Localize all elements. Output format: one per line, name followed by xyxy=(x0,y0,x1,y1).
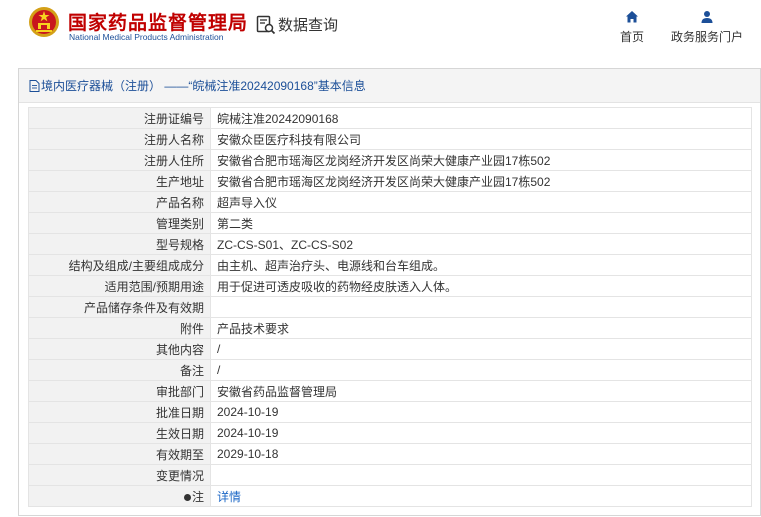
field-value: 第二类 xyxy=(210,212,752,234)
field-value: 皖械注准20242090168 xyxy=(210,107,752,129)
field-label: 有效期至 xyxy=(28,443,211,465)
pin-icon xyxy=(183,493,191,501)
national-emblem-icon xyxy=(29,7,59,37)
field-label: 产品名称 xyxy=(28,191,211,213)
details-link[interactable]: 详情 xyxy=(210,485,752,507)
table-row: 适用范围/预期用途 用于促进可透皮吸收的药物经皮肤透入人体。 xyxy=(28,275,752,297)
field-value: 安徽众臣医疗科技有限公司 xyxy=(210,128,752,150)
field-label: 审批部门 xyxy=(28,380,211,402)
field-label: 批准日期 xyxy=(28,401,211,423)
site-title: 国家药品监督管理局 xyxy=(68,13,249,34)
home-icon xyxy=(626,11,638,23)
data-search-icon xyxy=(256,15,276,34)
table-row: 备注 / xyxy=(28,359,752,381)
registration-info-table: 注册证编号 皖械注准20242090168 注册人名称 安徽众臣医疗科技有限公司 注册人… xyxy=(28,107,752,507)
user-icon xyxy=(701,11,713,23)
field-value: ZC-CS-S01、ZC-CS-S02 xyxy=(210,233,752,255)
field-value: / xyxy=(210,338,752,360)
field-label: 型号规格 xyxy=(28,233,211,255)
field-label: 注册人名称 xyxy=(28,128,211,150)
nav-gov-services[interactable]: 政务服务门户 xyxy=(664,10,750,45)
table-row: 产品储存条件及有效期 xyxy=(28,296,752,318)
field-label: 结构及组成/主要组成成分 xyxy=(28,254,211,276)
table-row: 注册人住所 安徽省合肥市瑶海区龙岗经济开发区尚荣大健康产业园17栋502 xyxy=(28,149,752,171)
field-value: 2024-10-19 xyxy=(210,401,752,423)
field-label: 适用范围/预期用途 xyxy=(28,275,211,297)
site-subtitle: National Medical Products Administration xyxy=(69,32,224,42)
breadcrumb-text: 境内医疗器械（注册） ——“皖械注准20242090168”基本信息 xyxy=(41,79,366,93)
table-row: 产品名称 超声导入仪 xyxy=(28,191,752,213)
table-row: 附件 产品技术要求 xyxy=(28,317,752,339)
field-label: 管理类别 xyxy=(28,212,211,234)
table-row: 有效期至 2029-10-18 xyxy=(28,443,752,465)
field-value: 由主机、超声治疗头、电源线和台车组成。 xyxy=(210,254,752,276)
field-value: 产品技术要求 xyxy=(210,317,752,339)
detail-panel: 境内医疗器械（注册） ——“皖械注准20242090168”基本信息 注册证编号… xyxy=(18,68,761,516)
document-icon xyxy=(29,80,40,92)
field-value xyxy=(210,464,752,486)
field-label: 附件 xyxy=(28,317,211,339)
table-row: 审批部门 安徽省药品监督管理局 xyxy=(28,380,752,402)
data-query-link[interactable]: 数据查询 xyxy=(256,14,338,35)
field-value: 超声导入仪 xyxy=(210,191,752,213)
field-value: / xyxy=(210,359,752,381)
field-label: 其他内容 xyxy=(28,338,211,360)
field-value: 2029-10-18 xyxy=(210,443,752,465)
field-label: 注册人住所 xyxy=(28,149,211,171)
field-label: 备注 xyxy=(28,359,211,381)
nav-home-label: 首页 xyxy=(619,30,644,44)
field-label: 注册证编号 xyxy=(28,107,211,129)
field-label: 产品储存条件及有效期 xyxy=(28,296,211,318)
field-value: 2024-10-19 xyxy=(210,422,752,444)
table-row: 注册证编号 皖械注准20242090168 xyxy=(28,107,752,129)
table-row: 型号规格 ZC-CS-S01、ZC-CS-S02 xyxy=(28,233,752,255)
nav-gov-services-label: 政务服务门户 xyxy=(670,30,743,44)
field-value: 安徽省合肥市瑶海区龙岗经济开发区尚荣大健康产业园17栋502 xyxy=(210,170,752,192)
nav-home[interactable]: 首页 xyxy=(612,10,652,45)
data-query-label: 数据查询 xyxy=(278,17,339,34)
table-row: 注册人名称 安徽众臣医疗科技有限公司 xyxy=(28,128,752,150)
table-row-note: 注详情 xyxy=(28,485,752,507)
table-row: 批准日期 2024-10-19 xyxy=(28,401,752,423)
breadcrumb: 境内医疗器械（注册） ——“皖械注准20242090168”基本信息 xyxy=(19,69,760,103)
field-value: 安徽省合肥市瑶海区龙岗经济开发区尚荣大健康产业园17栋502 xyxy=(210,149,752,171)
table-row: 结构及组成/主要组成成分 由主机、超声治疗头、电源线和台车组成。 xyxy=(28,254,752,276)
table-row: 变更情况 xyxy=(28,464,752,486)
field-value: 安徽省药品监督管理局 xyxy=(210,380,752,402)
note-label: 注 xyxy=(191,489,204,504)
table-row: 生产地址 安徽省合肥市瑶海区龙岗经济开发区尚荣大健康产业园17栋502 xyxy=(28,170,752,192)
site-header: 国家药品监督管理局 National Medical Products Admi… xyxy=(0,0,761,62)
field-label: 生效日期 xyxy=(28,422,211,444)
field-value xyxy=(210,296,752,318)
table-row: 其他内容 / xyxy=(28,338,752,360)
note-label-cell: 注 xyxy=(28,485,211,507)
field-label: 生产地址 xyxy=(28,170,211,192)
field-label: 变更情况 xyxy=(28,464,211,486)
table-row: 生效日期 2024-10-19 xyxy=(28,422,752,444)
table-row: 管理类别 第二类 xyxy=(28,212,752,234)
field-value: 用于促进可透皮吸收的药物经皮肤透入人体。 xyxy=(210,275,752,297)
